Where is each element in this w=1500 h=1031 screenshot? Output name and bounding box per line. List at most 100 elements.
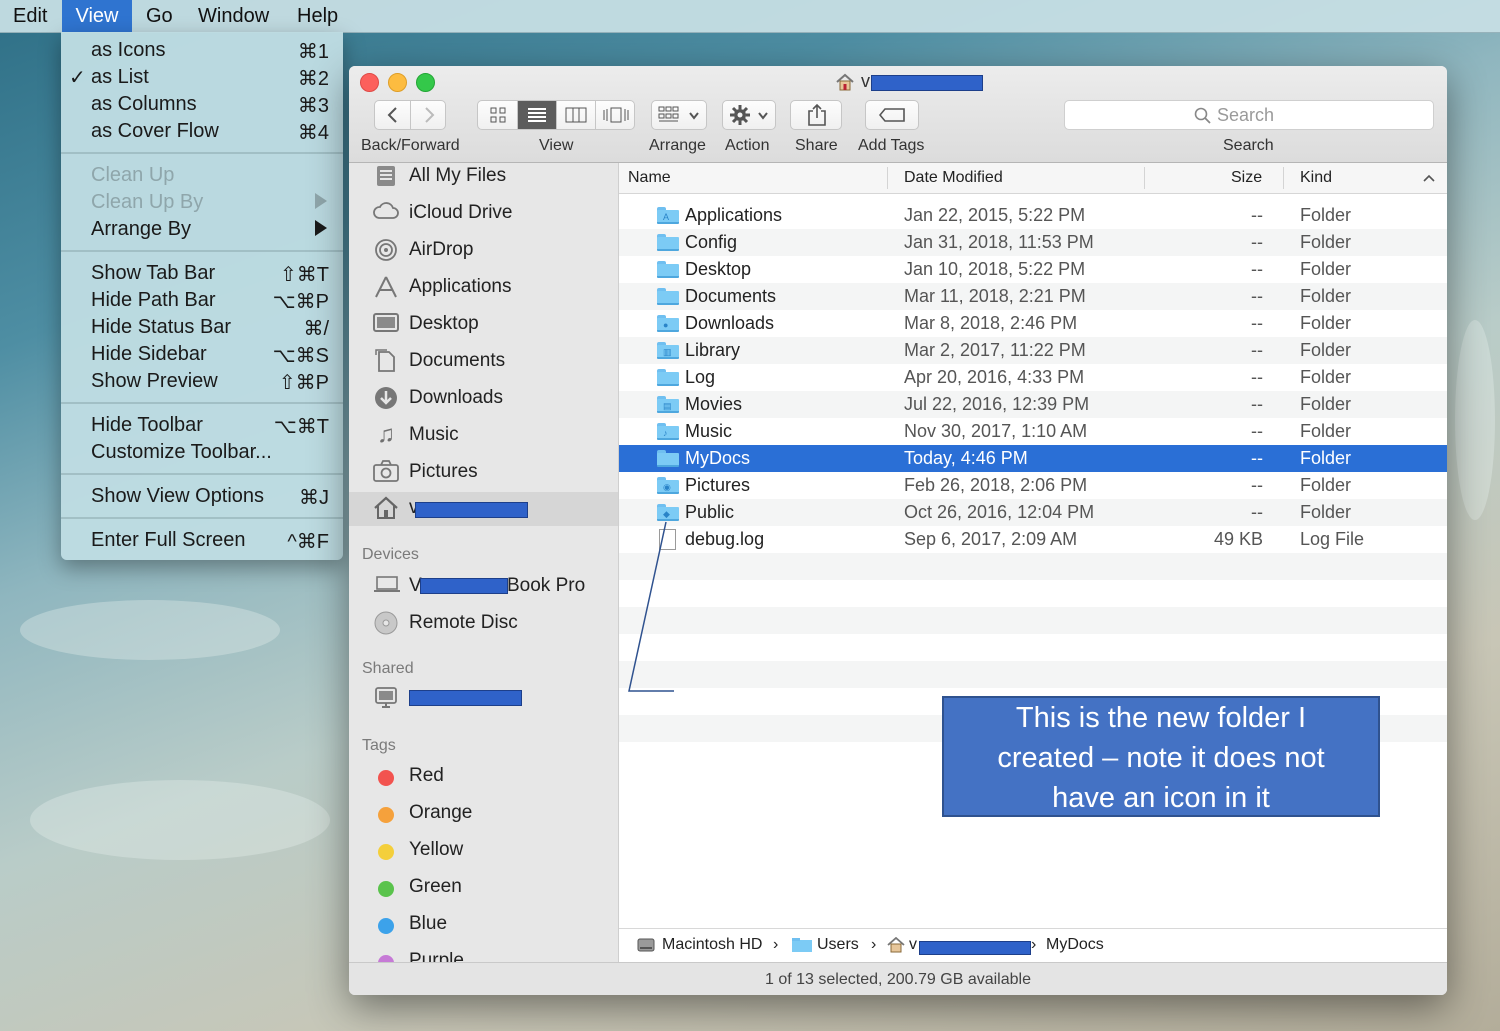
menu-edit[interactable]: Edit [13,0,47,32]
sidebar-tag-green[interactable]: Green [349,871,618,905]
menu-item-shortcut: ⌘J [299,487,329,509]
minimize-button[interactable] [388,73,407,92]
menu-item-clean-up: Clean Up [61,162,343,189]
sidebar-item-applications[interactable]: Applications [349,271,618,305]
icon-view-button[interactable] [478,101,518,129]
add-tags-button[interactable] [865,100,919,130]
sidebar-item-shared-computer[interactable] [349,682,618,716]
redaction-bar [919,941,1031,955]
back-forward-label: Back/Forward [361,137,460,154]
path-item-user[interactable]: v [909,936,917,954]
sidebar-tag-blue[interactable]: Blue [349,908,618,942]
callout-line: This is the new folder I [1015,702,1307,734]
menu-item-hide-sidebar[interactable]: Hide Sidebar ⌥⌘S [61,341,343,368]
menu-item-arrange-by[interactable]: Arrange By [61,216,343,243]
redaction-bar [871,75,983,91]
menu-help[interactable]: Help [297,0,338,32]
sidebar-tag-yellow[interactable]: Yellow [349,834,618,868]
menu-item-customize-toolbar[interactable]: Customize Toolbar... [61,439,343,466]
sidebar-item-label: All My Files [409,165,507,186]
menu-item-label: as List [91,66,149,88]
list-icon [528,108,546,122]
background-glint [1455,320,1495,520]
menu-item-show-preview[interactable]: Show Preview ⇧⌘P [61,368,343,395]
sidebar-item-downloads[interactable]: Downloads [349,382,618,416]
menu-item-as-columns[interactable]: as Columns ⌘3 [61,91,343,118]
airdrop-icon [373,238,399,262]
action-button[interactable] [722,100,776,130]
status-bar: 1 of 13 selected, 200.79 GB available [349,962,1447,995]
cover-flow-view-button[interactable] [596,101,635,129]
grid-icon [490,107,505,123]
arrange-button[interactable] [651,100,707,130]
sidebar-tag-red[interactable]: Red [349,760,618,794]
sidebar-tag-orange[interactable]: Orange [349,797,618,831]
applications-icon [373,275,399,299]
redaction-bar [420,578,508,594]
sidebar-heading-shared: Shared [362,660,414,677]
column-view-button[interactable] [557,101,596,129]
sidebar-item-documents[interactable]: Documents [349,345,618,379]
menu-item-label: Clean Up [91,164,175,186]
menu-item-label: as Icons [91,39,166,61]
chevron-left-icon [387,107,397,123]
menu-item-show-tab-bar[interactable]: Show Tab Bar ⇧⌘T [61,260,343,287]
path-bar: Macintosh HD › Users › v › MyDocs [619,928,1447,962]
sidebar-item-airdrop[interactable]: AirDrop [349,234,618,268]
tag-dot-icon [378,844,394,860]
redaction-bar [409,690,522,706]
path-item-users[interactable]: Users [817,936,859,954]
share-button[interactable] [790,100,842,130]
zoom-button[interactable] [416,73,435,92]
gear-icon [730,105,750,125]
sidebar-item-home[interactable]: v [349,492,618,526]
path-item-current[interactable]: MyDocs [1046,936,1104,954]
sidebar-item-all-my-files[interactable]: All My Files [349,163,618,194]
background-glint [20,600,280,660]
laptop-icon [373,574,400,598]
menu-item-show-view-options[interactable]: Show View Options ⌘J [61,483,343,510]
search-placeholder: Search [1217,105,1275,125]
menu-item-label: Arrange By [91,218,192,240]
callout-line: created – note it does not [997,742,1325,774]
path-separator-icon: › [1031,936,1037,953]
sidebar-item-label: Red [409,765,444,786]
path-separator-icon: › [773,936,779,953]
menu-item-hide-toolbar[interactable]: Hide Toolbar ⌥⌘T [61,412,343,439]
sidebar-item-pictures[interactable]: Pictures [349,456,618,490]
add-tags-label: Add Tags [858,137,925,154]
all-files-icon [373,164,399,188]
menu-item-enter-full-screen[interactable]: Enter Full Screen ^⌘F [61,527,343,554]
sidebar-item-label: Pictures [409,461,478,482]
menu-item-hide-path-bar[interactable]: Hide Path Bar ⌥⌘P [61,287,343,314]
sidebar-item-remote-disc[interactable]: Remote Disc [349,607,618,641]
menu-item-label: as Cover Flow [91,120,219,142]
sidebar-item-icloud-drive[interactable]: iCloud Drive [349,197,618,231]
menu-item-hide-status-bar[interactable]: Hide Status Bar ⌘/ [61,314,343,341]
menu-item-label: Customize Toolbar... [91,441,272,463]
path-item-macintosh-hd[interactable]: Macintosh HD [662,936,762,954]
back-button[interactable] [375,101,411,129]
menu-item-as-list[interactable]: ✓ as List ⌘2 [61,64,343,91]
search-input[interactable]: Search [1064,100,1434,130]
action-label: Action [725,137,770,154]
list-view-button[interactable] [518,101,557,129]
menu-item-as-icons[interactable]: as Icons ⌘1 [61,37,343,64]
menu-item-as-cover-flow[interactable]: as Cover Flow ⌘4 [61,118,343,145]
chevron-down-icon [689,112,699,120]
menu-window[interactable]: Window [198,0,269,32]
menu-view[interactable]: View [62,0,132,32]
search-label: Search [1223,137,1274,154]
close-button[interactable] [360,73,379,92]
annotation-callout: This is the new folder I created – note … [942,696,1380,817]
view-mode-control [477,100,635,130]
menu-item-label: Clean Up By [91,191,204,213]
sidebar-item-desktop[interactable]: Desktop [349,308,618,342]
forward-button[interactable] [411,101,446,129]
menu-item-label: Hide Status Bar [91,316,232,338]
sidebar-item-macbook[interactable]: V Book Pro [349,570,618,604]
sidebar-item-music[interactable]: ♫ Music [349,419,618,453]
menu-go[interactable]: Go [146,0,173,32]
menu-item-label: Hide Path Bar [91,289,216,311]
sidebar-item-label: iCloud Drive [409,202,513,223]
